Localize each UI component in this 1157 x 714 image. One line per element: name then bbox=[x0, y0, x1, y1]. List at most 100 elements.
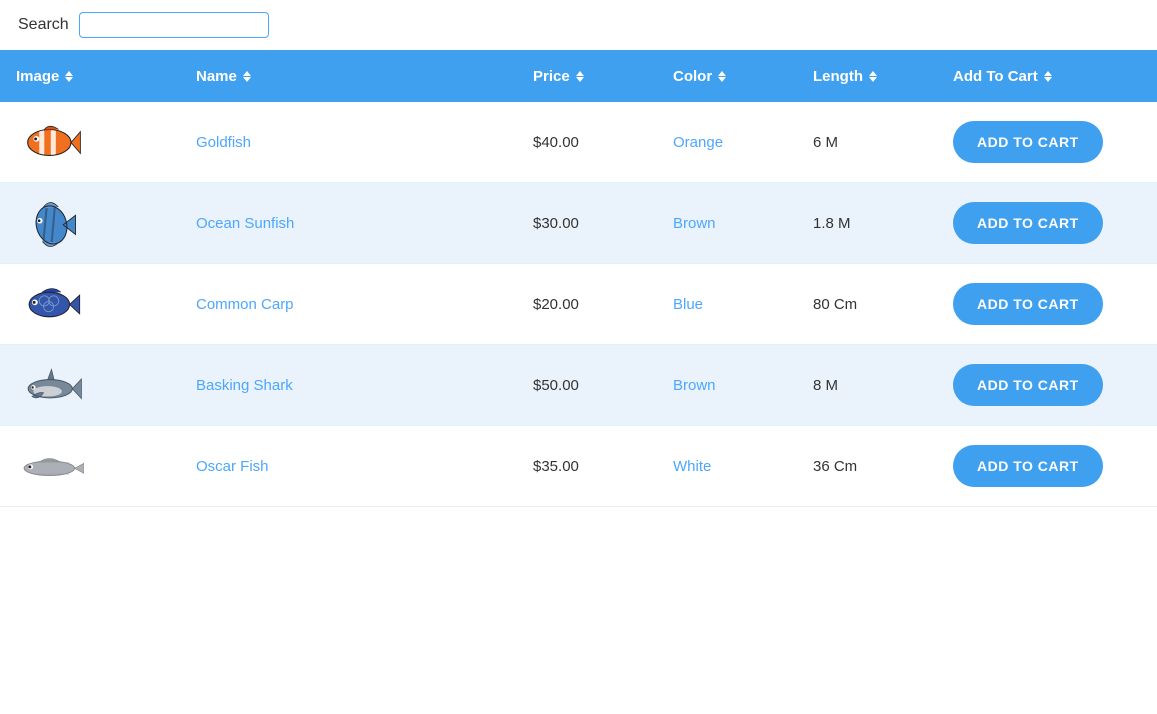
col-header-name[interactable]: Name bbox=[180, 54, 517, 99]
sort-down-icon bbox=[1044, 77, 1052, 82]
fish-price-cell: $35.00 bbox=[517, 448, 657, 485]
fish-length: 36 Cm bbox=[813, 458, 857, 475]
sort-arrows-name bbox=[243, 71, 251, 82]
sort-down-icon bbox=[65, 77, 73, 82]
col-image-label: Image bbox=[16, 68, 59, 85]
fish-color: White bbox=[673, 458, 711, 475]
table-row: Ocean Sunfish $30.00 Brown 1.8 M ADD TO … bbox=[0, 183, 1157, 264]
col-header-color[interactable]: Color bbox=[657, 54, 797, 99]
sort-up-icon bbox=[869, 71, 877, 76]
sort-up-icon bbox=[1044, 71, 1052, 76]
sort-arrows-color bbox=[718, 71, 726, 82]
fish-cart-cell: ADD TO CART bbox=[937, 111, 1157, 173]
fish-name: Basking Shark bbox=[196, 377, 293, 394]
search-label: Search bbox=[18, 16, 69, 34]
sort-arrows-price bbox=[576, 71, 584, 82]
fish-image-cell bbox=[0, 345, 180, 425]
table-body: Goldfish $40.00 Orange 6 M ADD TO CART bbox=[0, 102, 1157, 507]
fish-length: 1.8 M bbox=[813, 215, 851, 232]
table-row: Oscar Fish $35.00 White 36 Cm ADD TO CAR… bbox=[0, 426, 1157, 507]
sort-up-icon bbox=[576, 71, 584, 76]
col-name-label: Name bbox=[196, 68, 237, 85]
fish-price-cell: $30.00 bbox=[517, 205, 657, 242]
fish-name-cell: Ocean Sunfish bbox=[180, 205, 517, 242]
fish-color-cell: White bbox=[657, 448, 797, 485]
fish-name-cell: Oscar Fish bbox=[180, 448, 517, 485]
fish-table: Image Name Price Color bbox=[0, 50, 1157, 507]
sort-down-icon bbox=[869, 77, 877, 82]
fish-color-cell: Brown bbox=[657, 205, 797, 242]
sort-down-icon bbox=[718, 77, 726, 82]
add-to-cart-button[interactable]: ADD TO CART bbox=[953, 121, 1103, 163]
fish-name: Ocean Sunfish bbox=[196, 215, 294, 232]
fish-color-cell: Brown bbox=[657, 367, 797, 404]
sort-arrows-length bbox=[869, 71, 877, 82]
fish-color: Brown bbox=[673, 377, 716, 394]
fish-image bbox=[16, 436, 86, 496]
col-header-length[interactable]: Length bbox=[797, 54, 937, 99]
fish-price: $50.00 bbox=[533, 377, 579, 394]
fish-color: Orange bbox=[673, 134, 723, 151]
fish-color: Blue bbox=[673, 296, 703, 313]
fish-color: Brown bbox=[673, 215, 716, 232]
fish-cart-cell: ADD TO CART bbox=[937, 192, 1157, 254]
fish-name: Oscar Fish bbox=[196, 458, 269, 475]
fish-name-cell: Common Carp bbox=[180, 286, 517, 323]
col-header-price[interactable]: Price bbox=[517, 54, 657, 99]
fish-price: $40.00 bbox=[533, 134, 579, 151]
col-length-label: Length bbox=[813, 68, 863, 85]
fish-image-cell bbox=[0, 183, 180, 263]
fish-image bbox=[16, 355, 86, 415]
fish-image-cell bbox=[0, 426, 180, 506]
sort-up-icon bbox=[243, 71, 251, 76]
sort-up-icon bbox=[718, 71, 726, 76]
fish-length-cell: 6 M bbox=[797, 124, 937, 161]
fish-price: $20.00 bbox=[533, 296, 579, 313]
add-to-cart-button[interactable]: ADD TO CART bbox=[953, 202, 1103, 244]
fish-length: 80 Cm bbox=[813, 296, 857, 313]
add-to-cart-button[interactable]: ADD TO CART bbox=[953, 445, 1103, 487]
fish-price-cell: $40.00 bbox=[517, 124, 657, 161]
fish-price: $35.00 bbox=[533, 458, 579, 475]
sort-arrows-image bbox=[65, 71, 73, 82]
fish-name-cell: Goldfish bbox=[180, 124, 517, 161]
fish-name: Common Carp bbox=[196, 296, 294, 313]
fish-image bbox=[16, 274, 86, 334]
col-price-label: Price bbox=[533, 68, 570, 85]
fish-price-cell: $50.00 bbox=[517, 367, 657, 404]
fish-length: 6 M bbox=[813, 134, 838, 151]
fish-image bbox=[16, 112, 86, 172]
table-row: Goldfish $40.00 Orange 6 M ADD TO CART bbox=[0, 102, 1157, 183]
col-color-label: Color bbox=[673, 68, 712, 85]
fish-name-cell: Basking Shark bbox=[180, 367, 517, 404]
add-to-cart-button[interactable]: ADD TO CART bbox=[953, 364, 1103, 406]
sort-arrows-cart bbox=[1044, 71, 1052, 82]
fish-length-cell: 1.8 M bbox=[797, 205, 937, 242]
fish-price: $30.00 bbox=[533, 215, 579, 232]
table-row: Common Carp $20.00 Blue 80 Cm ADD TO CAR… bbox=[0, 264, 1157, 345]
fish-image bbox=[16, 193, 86, 253]
fish-color-cell: Blue bbox=[657, 286, 797, 323]
table-header: Image Name Price Color bbox=[0, 50, 1157, 102]
sort-up-icon bbox=[65, 71, 73, 76]
search-input[interactable] bbox=[79, 12, 269, 38]
fish-cart-cell: ADD TO CART bbox=[937, 435, 1157, 497]
table-row: Basking Shark $50.00 Brown 8 M ADD TO CA… bbox=[0, 345, 1157, 426]
add-to-cart-button[interactable]: ADD TO CART bbox=[953, 283, 1103, 325]
fish-length: 8 M bbox=[813, 377, 838, 394]
fish-image-cell bbox=[0, 102, 180, 182]
search-bar: Search bbox=[0, 0, 1157, 50]
fish-name: Goldfish bbox=[196, 134, 251, 151]
fish-length-cell: 36 Cm bbox=[797, 448, 937, 485]
fish-length-cell: 80 Cm bbox=[797, 286, 937, 323]
sort-down-icon bbox=[243, 77, 251, 82]
fish-cart-cell: ADD TO CART bbox=[937, 273, 1157, 335]
fish-color-cell: Orange bbox=[657, 124, 797, 161]
fish-price-cell: $20.00 bbox=[517, 286, 657, 323]
col-header-cart[interactable]: Add To Cart bbox=[937, 54, 1157, 99]
fish-image-cell bbox=[0, 264, 180, 344]
sort-down-icon bbox=[576, 77, 584, 82]
col-cart-label: Add To Cart bbox=[953, 68, 1038, 85]
col-header-image[interactable]: Image bbox=[0, 54, 180, 99]
fish-cart-cell: ADD TO CART bbox=[937, 354, 1157, 416]
